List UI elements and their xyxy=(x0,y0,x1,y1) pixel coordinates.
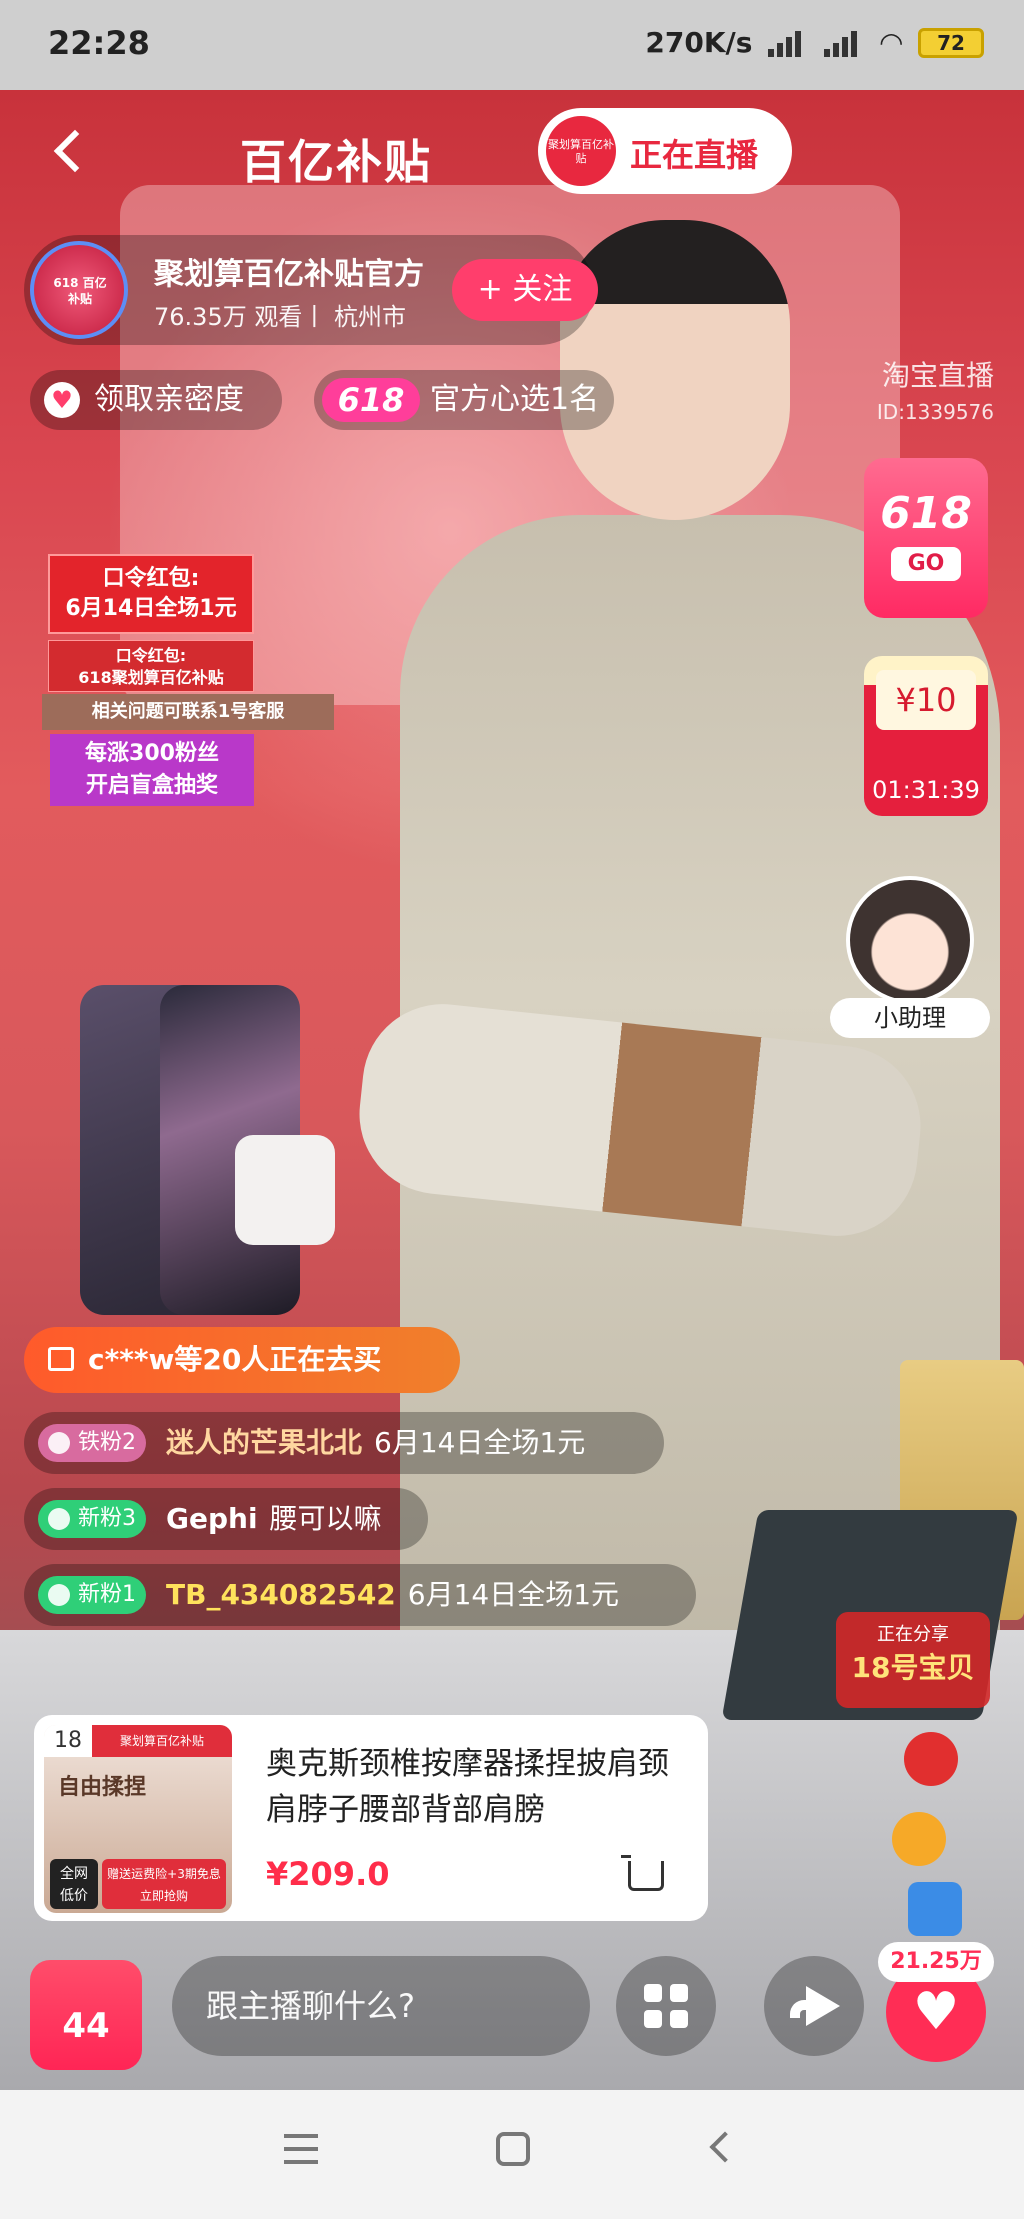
red-packet-widget[interactable]: ¥10 01:31:39 xyxy=(864,656,988,816)
shopping-bag-button[interactable]: 44 xyxy=(30,1960,142,2070)
avatar[interactable]: 618 百亿补贴 xyxy=(30,241,128,339)
system-nav-bar xyxy=(0,2090,1024,2219)
assistant-avatar xyxy=(846,876,974,1004)
fan-badge: 新粉1 xyxy=(38,1576,146,1614)
streamer-name: 聚划算百亿补贴官方 xyxy=(154,257,424,292)
heart-icon: ♥ xyxy=(44,382,80,418)
signal-icon xyxy=(768,29,808,57)
promo-go: GO xyxy=(891,547,961,581)
sticker-coupon-2: 口令红包: 618聚划算百亿补贴 xyxy=(48,640,254,692)
sticker-service: 相关问题可联系1号客服 xyxy=(42,694,334,730)
room-id: ID:1339576 xyxy=(876,400,994,424)
sticker-lottery: 每涨300粉丝 开启盲盒抽奖 xyxy=(50,734,254,806)
live-label: 正在直播 xyxy=(630,136,759,174)
wifi-icon: ◠ xyxy=(880,26,902,59)
share-button[interactable] xyxy=(764,1956,864,2056)
lowest-price-tag: 全网 低价 xyxy=(50,1859,98,1909)
viewer-meta: 76.35万 观看丨 杭州市 xyxy=(154,303,406,331)
chat-text: 腰可以嘛 xyxy=(269,1502,382,1535)
red-packet-timer: 01:31:39 xyxy=(872,776,980,804)
top-bar: 百亿补贴 聚划算百亿补贴 正在直播 xyxy=(0,90,1024,230)
back-arrow-icon xyxy=(53,129,97,173)
fan-badge: 铁粉2 xyxy=(38,1424,146,1462)
menu-icon[interactable] xyxy=(284,2134,318,2164)
assistant-widget[interactable]: 小助理 xyxy=(830,876,990,1038)
apps-button[interactable] xyxy=(616,1956,716,2056)
back-button[interactable] xyxy=(40,120,100,190)
clock-icon[interactable] xyxy=(892,1812,946,1866)
rank-tag: 618 xyxy=(322,378,420,422)
intimacy-label: 领取亲密度 xyxy=(94,382,244,417)
gift-box-icon[interactable] xyxy=(908,1882,962,1936)
intimacy-chip[interactable]: ♥ 领取亲密度 xyxy=(30,370,282,430)
product-brand-strip: 聚划算百亿补贴 xyxy=(92,1725,232,1757)
network-speed: 270K/s xyxy=(645,26,753,59)
product-thumbnail[interactable]: 18 聚划算百亿补贴 自由揉捏 全网 低价 赠送运费险+3期免息 立即抢购 xyxy=(44,1725,232,1913)
product-price: ¥209.0 xyxy=(266,1855,390,1893)
follow-button[interactable]: + 关注 xyxy=(452,259,598,321)
back-icon[interactable] xyxy=(709,2131,741,2163)
chat-message: 新粉1 TB_434082542 6月14日全场1元 xyxy=(24,1564,696,1626)
rank-chip[interactable]: 618 官方心选1名 xyxy=(314,370,614,430)
chat-user: Gephi xyxy=(166,1502,258,1535)
status-indicators: 270K/s ◠ 72 xyxy=(645,26,984,59)
promo-618-number: 618 xyxy=(880,488,972,539)
promo-618-widget[interactable]: 618 GO xyxy=(864,458,988,618)
chat-text: 6月14日全场1元 xyxy=(374,1426,586,1459)
product-card[interactable]: 18 聚划算百亿补贴 自由揉捏 全网 低价 赠送运费险+3期免息 立即抢购 奥克… xyxy=(34,1715,708,1921)
buying-notice: c***w等20人正在去买 xyxy=(24,1327,460,1393)
chat-text: 6月14日全场1元 xyxy=(407,1578,620,1611)
share-line2: 18号宝贝 xyxy=(851,1651,975,1684)
chat-message: 铁粉2 迷人的芒果北北 6月14日全场1元 xyxy=(24,1412,664,1474)
earbuds-prop xyxy=(235,1135,335,1245)
bag-count: 44 xyxy=(62,2006,110,2046)
product-index: 18 xyxy=(44,1725,92,1757)
bag-icon xyxy=(48,1347,74,1371)
share-line1: 正在分享 xyxy=(877,1624,949,1645)
host-head xyxy=(560,220,790,520)
status-bar: 22:28 270K/s ◠ 72 xyxy=(0,0,1024,90)
chat-input[interactable]: 跟主播聊什么? xyxy=(172,1956,590,2056)
add-to-cart-icon[interactable] xyxy=(621,1855,664,1891)
like-count: 21.25万 xyxy=(878,1942,994,1982)
streamer-info[interactable]: 618 百亿补贴 聚划算百亿补贴官方 76.35万 观看丨 杭州市 + 关注 xyxy=(24,235,598,345)
rank-label: 官方心选1名 xyxy=(430,382,600,417)
assistant-label: 小助理 xyxy=(830,998,990,1038)
gift-icon[interactable] xyxy=(904,1732,958,1786)
share-notice[interactable]: 正在分享 18号宝贝 xyxy=(836,1612,990,1708)
buy-now-strip: 赠送运费险+3期免息 立即抢购 xyxy=(102,1859,226,1909)
live-badge[interactable]: 聚划算百亿补贴 正在直播 xyxy=(538,108,792,194)
battery-icon: 72 xyxy=(918,27,984,58)
fan-badge: 新粉3 xyxy=(38,1500,146,1538)
platform-watermark: 淘宝直播 ID:1339576 xyxy=(877,354,994,424)
red-packet-amount: ¥10 xyxy=(876,670,976,730)
status-time: 22:28 xyxy=(48,24,150,62)
buying-text: c***w等20人正在去买 xyxy=(88,1343,382,1376)
chat-user: TB_434082542 xyxy=(166,1578,396,1611)
live-logo: 聚划算百亿补贴 xyxy=(546,116,616,186)
platform-name: 淘宝直播 xyxy=(881,359,994,392)
home-icon[interactable] xyxy=(496,2132,530,2166)
signal-icon-2 xyxy=(824,29,864,57)
chat-user: 迷人的芒果北北 xyxy=(166,1426,363,1459)
product-title: 奥克斯颈椎按摩器揉捏披肩颈肩脖子腰部背部肩膀 xyxy=(266,1746,669,1828)
sticker-coupon: 口令红包: 6月14日全场1元 xyxy=(48,554,254,634)
product-tagline: 自由揉捏 xyxy=(58,1775,147,1800)
chat-message: 新粉3 Gephi 腰可以嘛 xyxy=(24,1488,428,1550)
page-title: 百亿补贴 xyxy=(240,135,432,189)
